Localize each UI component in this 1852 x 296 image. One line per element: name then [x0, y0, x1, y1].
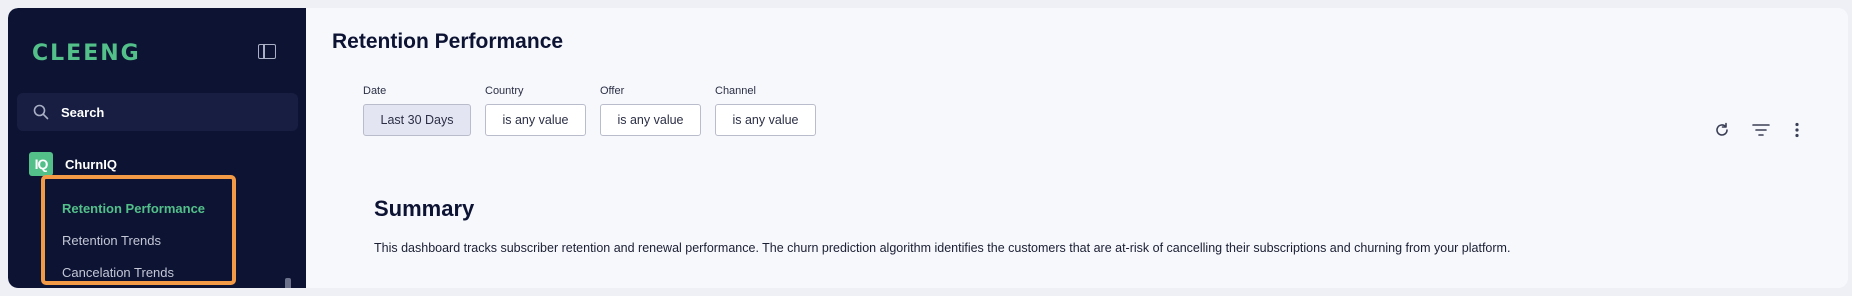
- sidebar-item-retention-trends[interactable]: Retention Trends: [62, 233, 161, 248]
- churniq-icon: IQ: [29, 152, 53, 176]
- filter-date: Date Last 30 Days: [363, 85, 471, 136]
- sidebar-item-cancelation-trends[interactable]: Cancelation Trends: [62, 265, 174, 280]
- logo-text: CLEENG: [32, 40, 141, 66]
- sidebar-toggle-icon[interactable]: [258, 44, 276, 59]
- app-window: CLEENG Search IQ ChurnIQ Retention Perfo…: [8, 8, 1848, 288]
- page-title: Retention Performance: [332, 30, 564, 53]
- filter-label: Date: [363, 85, 387, 97]
- search-input[interactable]: Search: [17, 93, 298, 131]
- search-label: Search: [61, 104, 105, 120]
- filter-date-button[interactable]: Last 30 Days: [363, 104, 471, 136]
- sidebar-scrollbar[interactable]: [285, 278, 291, 288]
- logo: CLEENG: [32, 38, 141, 68]
- filter-label: Offer: [600, 85, 625, 97]
- filter-channel: Channel is any value: [715, 85, 816, 136]
- summary-text: This dashboard tracks subscriber retenti…: [374, 241, 1511, 255]
- filter-country: Country is any value: [485, 85, 586, 136]
- filter-offer: Offer is any value: [600, 85, 701, 136]
- filter-offer-button[interactable]: is any value: [600, 104, 701, 136]
- sidebar-item-retention-performance[interactable]: Retention Performance: [62, 201, 205, 216]
- filter-label: Country: [485, 85, 524, 97]
- refresh-icon[interactable]: [1712, 120, 1732, 140]
- more-vertical-icon[interactable]: [1787, 120, 1807, 140]
- filter-label: Channel: [715, 85, 756, 97]
- search-icon: [33, 104, 49, 120]
- filter-country-button[interactable]: is any value: [485, 104, 586, 136]
- filter-channel-button[interactable]: is any value: [715, 104, 816, 136]
- summary-heading: Summary: [374, 196, 475, 221]
- sidebar: CLEENG Search IQ ChurnIQ Retention Perfo…: [8, 8, 306, 288]
- product-label: ChurnIQ: [65, 156, 117, 172]
- product-churniq[interactable]: IQ ChurnIQ: [29, 152, 117, 176]
- filter-icon[interactable]: [1751, 120, 1771, 140]
